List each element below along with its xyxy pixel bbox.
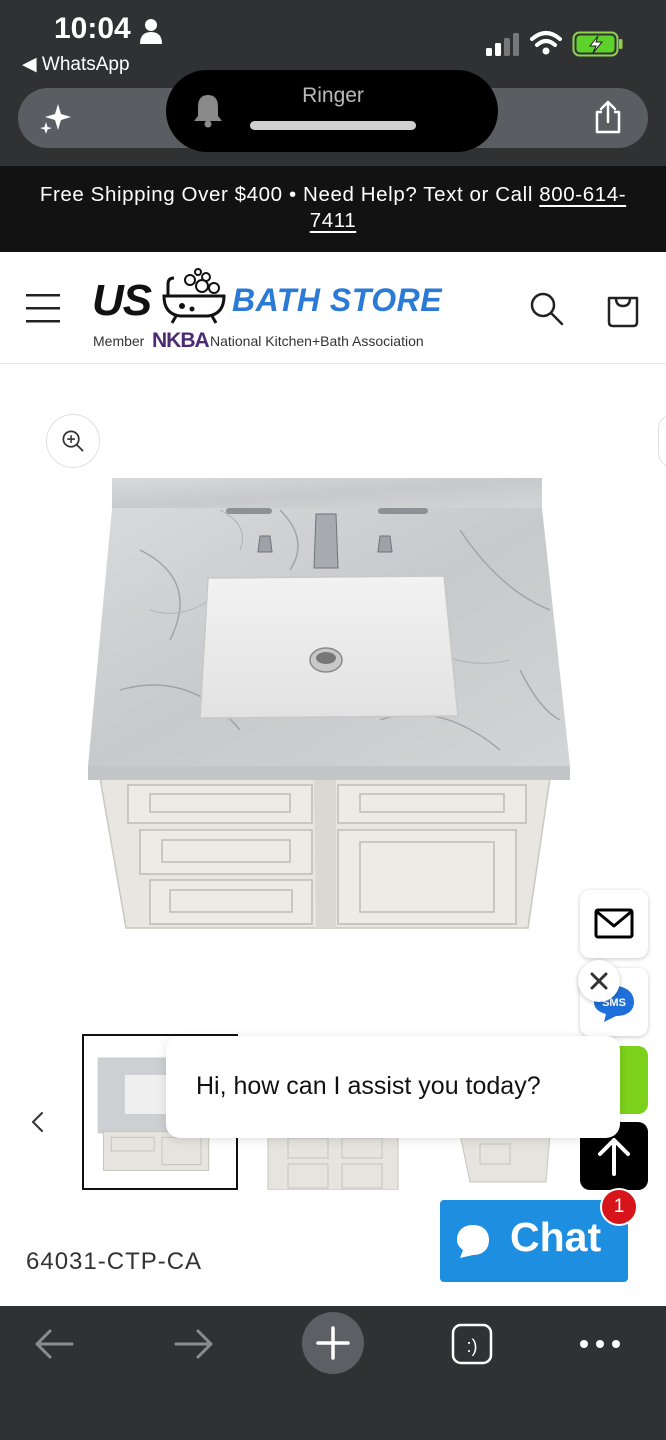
ringer-volume-bar — [250, 121, 416, 130]
close-icon — [590, 972, 608, 990]
share-icon[interactable] — [590, 100, 626, 136]
plus-icon — [316, 1326, 350, 1360]
logo-bath-store-text[interactable]: BATH STORE — [232, 282, 442, 319]
logo-member-text: Member — [93, 333, 145, 349]
signal-icon — [486, 33, 519, 56]
next-image-button[interactable] — [658, 414, 666, 468]
logo-us-text[interactable]: US — [92, 276, 152, 326]
arrow-right-icon[interactable] — [172, 1326, 214, 1362]
tabs-icon[interactable]: :) — [450, 1322, 494, 1366]
email-button[interactable] — [580, 890, 648, 958]
more-icon[interactable] — [578, 1334, 622, 1354]
bell-icon — [194, 95, 222, 128]
person-icon — [140, 19, 162, 44]
chat-bubble-icon — [457, 1225, 489, 1258]
close-widget-button[interactable] — [578, 960, 620, 1002]
new-tab-button[interactable] — [302, 1312, 364, 1374]
cart-icon[interactable] — [604, 290, 642, 328]
announcement-bar: Free Shipping Over $400 • Need Help? Tex… — [0, 166, 666, 252]
search-icon[interactable] — [528, 290, 564, 326]
chat-notification-badge: 1 — [600, 1188, 638, 1226]
chevron-left-icon[interactable] — [28, 1110, 48, 1134]
logo-association-text: National Kitchen+Bath Association — [210, 333, 424, 349]
sparkle-icon[interactable] — [38, 100, 74, 136]
mail-icon — [594, 908, 634, 939]
zoom-button[interactable] — [46, 414, 100, 468]
nkba-logo: NKBA — [152, 329, 210, 352]
ringer-label: Ringer — [302, 84, 364, 107]
arrow-left-icon[interactable] — [34, 1326, 76, 1362]
zoom-in-icon — [62, 430, 84, 452]
product-sku: 64031-CTP-CA — [26, 1248, 203, 1275]
svg-text::): :) — [467, 1336, 478, 1356]
announcement-text: Free Shipping Over $400 • Need Help? Tex… — [39, 183, 540, 206]
bathtub-logo-icon[interactable] — [160, 266, 228, 324]
status-time: 10:04 — [54, 12, 131, 45]
back-to-app-link[interactable]: ◀ WhatsApp — [22, 53, 130, 76]
chat-button-label: Chat — [510, 1214, 602, 1260]
menu-icon[interactable] — [26, 292, 60, 324]
wifi-icon — [530, 31, 562, 55]
product-image[interactable] — [80, 470, 580, 940]
chat-greeting-text: Hi, how can I assist you today? — [196, 1072, 541, 1100]
battery-icon — [572, 31, 623, 57]
